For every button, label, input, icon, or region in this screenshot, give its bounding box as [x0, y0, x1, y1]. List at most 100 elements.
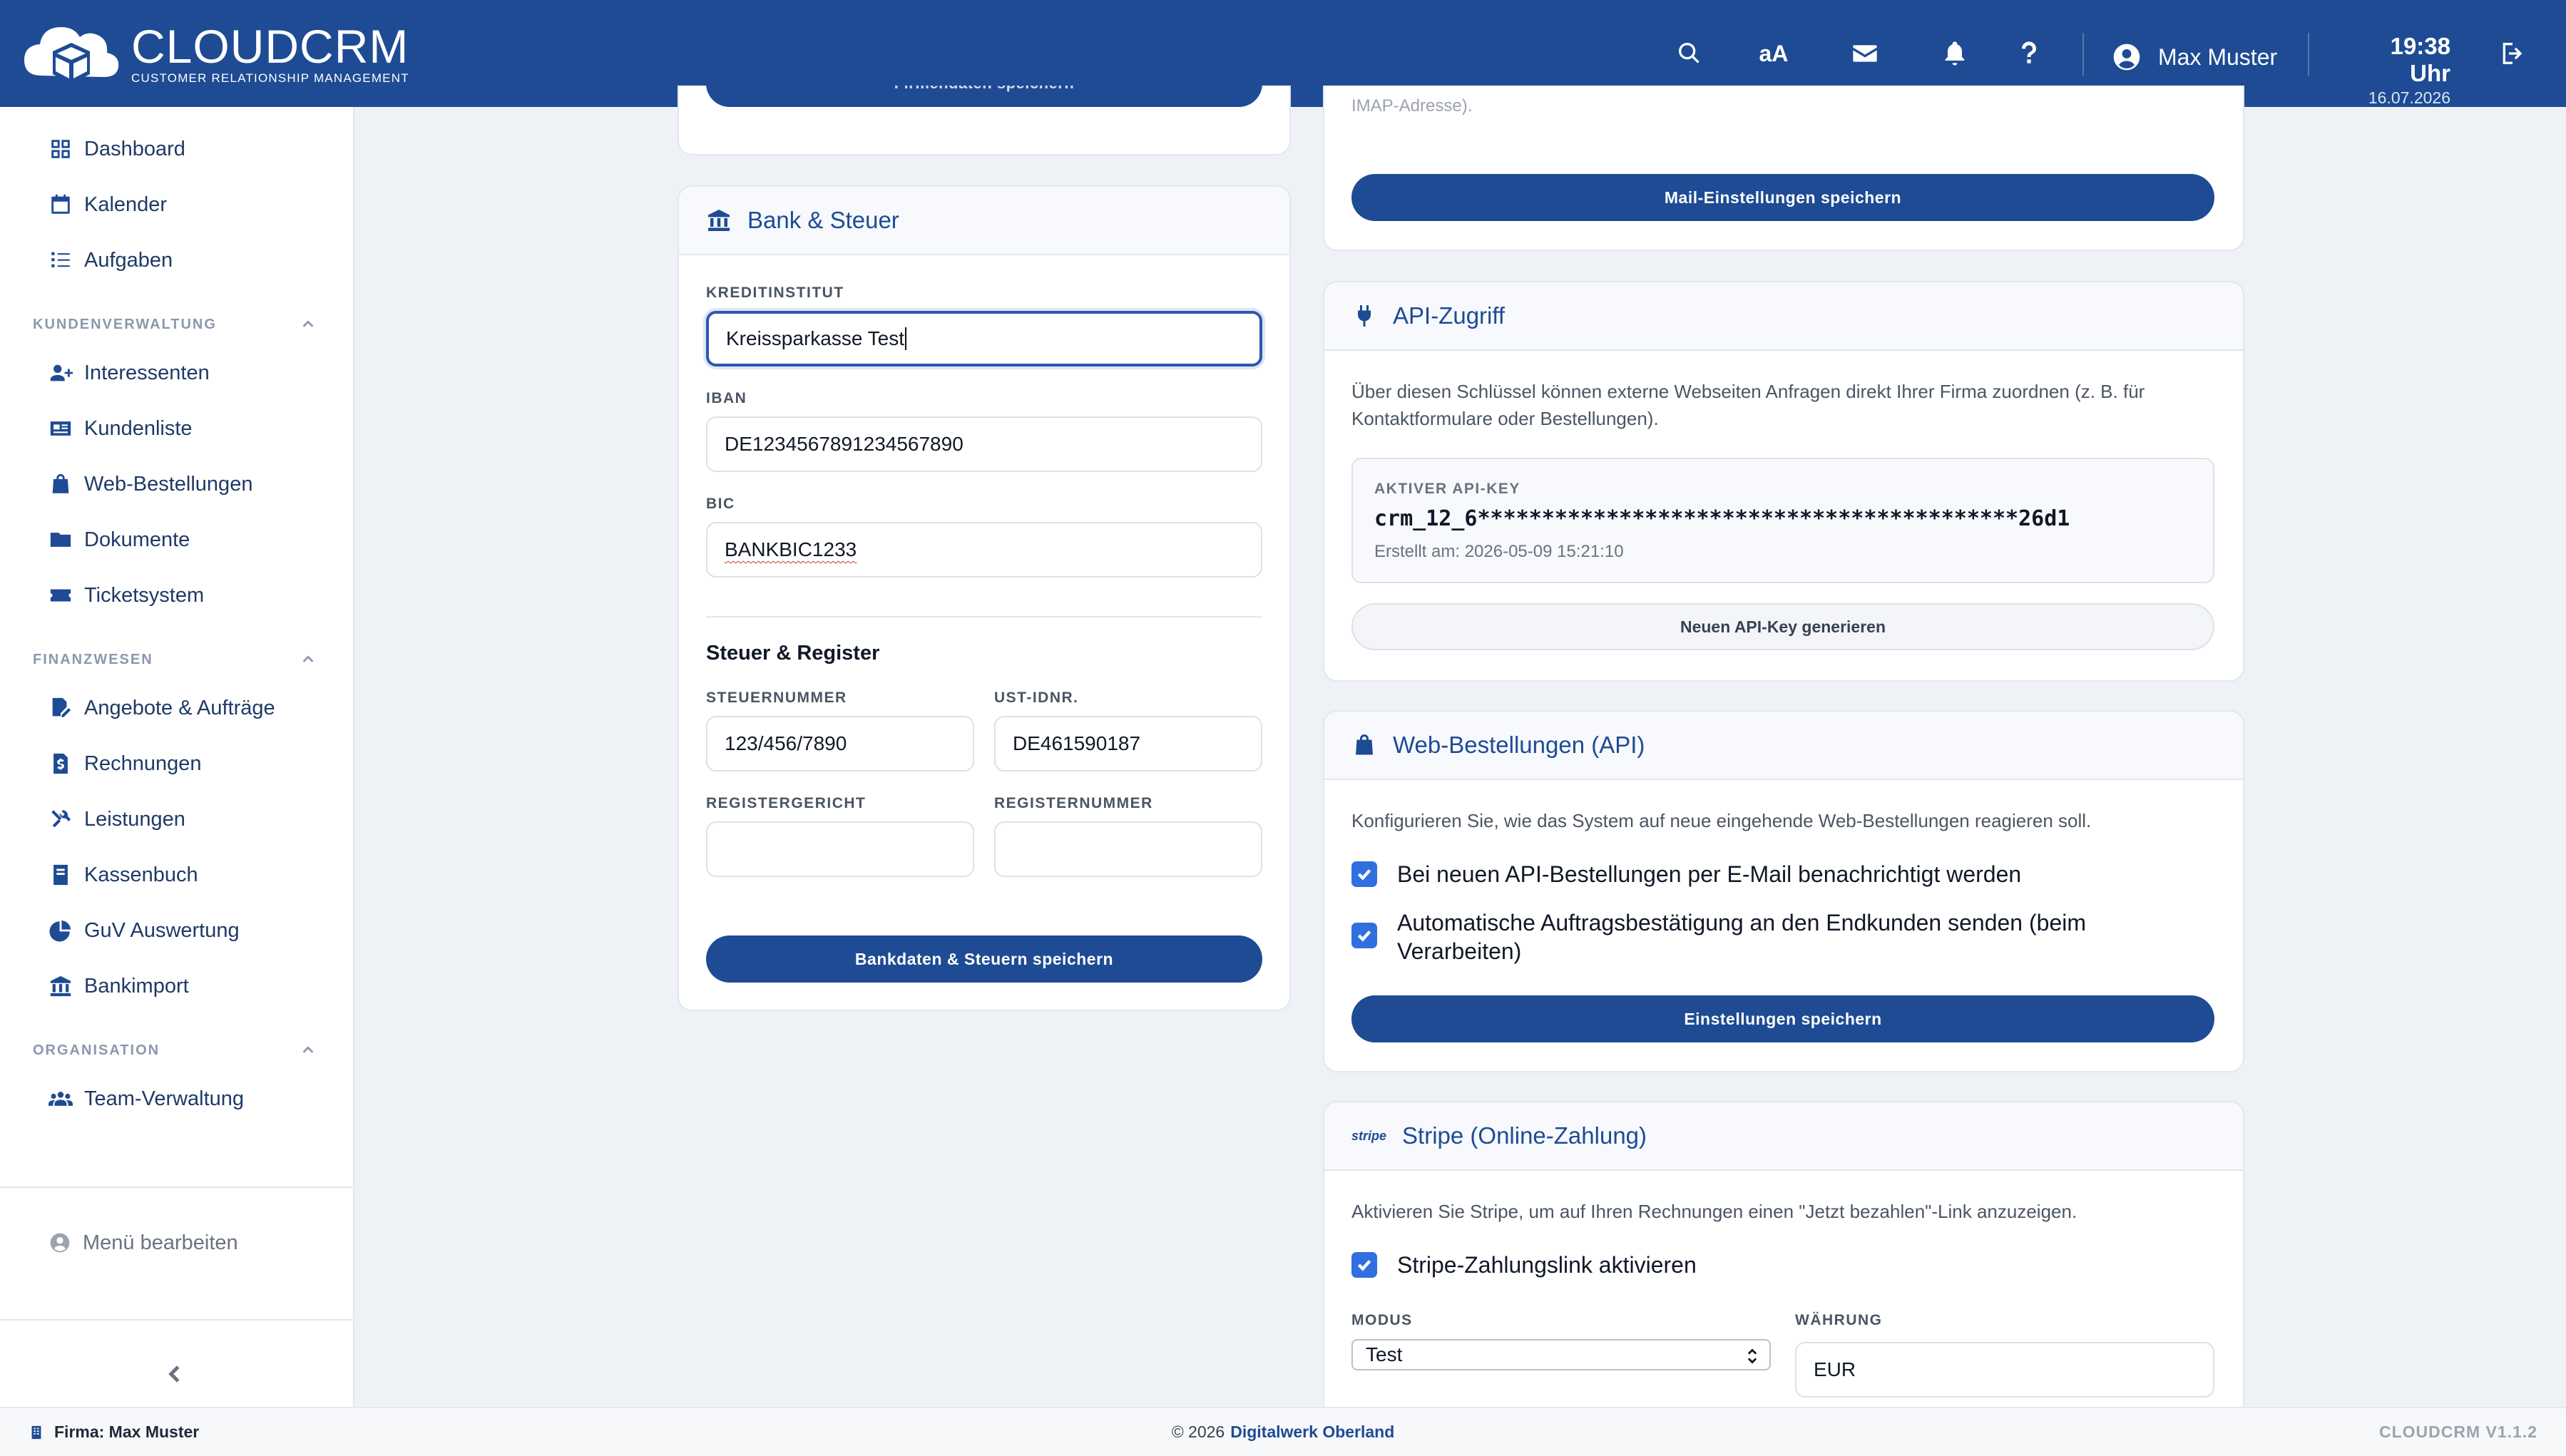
company-name: Firma: Max Muster: [54, 1422, 200, 1441]
logo[interactable]: CLOUDCRM CUSTOMER RELATIONSHIP MANAGEMEN…: [21, 19, 409, 90]
sidebar-item-team-verwaltung[interactable]: Team-Verwaltung: [48, 1081, 244, 1117]
sidebar-item-ticketsystem[interactable]: Ticketsystem: [48, 578, 204, 613]
copyright-text: © 2026: [1171, 1422, 1225, 1441]
stripe-enable-checkbox-row[interactable]: Stripe-Zahlungslink aktivieren: [1351, 1251, 2222, 1279]
sidebar-item-label: Team-Verwaltung: [84, 1087, 245, 1110]
file-edit-icon: [52, 697, 71, 717]
api-access-card: API-Zugriff Über diesen Schlüssel können…: [1323, 281, 2244, 682]
sidebar-item-guv-auswertung[interactable]: GuV Auswertung: [48, 913, 240, 948]
ust-idnr-input[interactable]: DE461590187: [994, 716, 1262, 771]
sidebar-item-rechnungen[interactable]: Rechnungen: [48, 746, 201, 781]
save-web-orders-settings-button[interactable]: Einstellungen speichern: [1351, 995, 2214, 1042]
bank-icon: [50, 975, 71, 997]
mail-partial-text: IMAP-Adresse).: [1351, 96, 1473, 116]
sidebar-item-label: Kundenliste: [84, 416, 193, 440]
save-company-data-button[interactable]: Firmendaten speichern: [706, 86, 1262, 107]
section-kundenverwaltung[interactable]: KUNDENVERWALTUNG: [33, 314, 316, 335]
section-finanzwesen[interactable]: FINANZWESEN: [33, 649, 316, 670]
tools-icon: [51, 810, 71, 828]
mail-settings-card: IMAP-Adresse). Mail-Einstellungen speich…: [1323, 86, 2244, 251]
sidebar-item-aufgaben[interactable]: Aufgaben: [48, 242, 173, 278]
header-separator: [2082, 33, 2084, 76]
checkbox-checked[interactable]: [1351, 1252, 1377, 1278]
tax-register-heading: Steuer & Register: [706, 642, 880, 665]
notify-email-checkbox-row[interactable]: Bei neuen API-Bestellungen per E-Mail be…: [1351, 860, 2222, 888]
field-label: STEUERNUMMER: [706, 689, 847, 706]
sidebar-item-label: GuV Auswertung: [84, 918, 240, 942]
footer-copyright: © 2026 Digitalwerk Oberland: [0, 1408, 2566, 1456]
card-title: Bank & Steuer: [747, 207, 899, 233]
steuernummer-input[interactable]: 123/456/7890: [706, 716, 974, 771]
sidebar-item-angebote[interactable]: Angebote & Aufträge: [48, 690, 275, 726]
section-title: ORGANISATION: [33, 1042, 160, 1058]
checkbox-checked[interactable]: [1351, 861, 1377, 887]
checkbox-label: Bei neuen API-Bestellungen per E-Mail be…: [1397, 861, 2022, 887]
generate-api-key-button[interactable]: Neuen API-Key generieren: [1351, 603, 2214, 650]
invoice-icon: [53, 753, 68, 774]
mode-select[interactable]: Test: [1351, 1339, 1771, 1370]
sidebar-item-kundenliste[interactable]: Kundenliste: [48, 411, 193, 446]
bic-input[interactable]: BANKBIC1233: [706, 522, 1262, 578]
registernummer-input[interactable]: [994, 821, 1262, 877]
folder-icon: [50, 533, 71, 547]
user-name: Max Muster: [2158, 43, 2278, 70]
user-plus-icon: [50, 364, 73, 381]
card-header: Bank & Steuer: [679, 187, 1289, 255]
section-organisation[interactable]: ORGANISATION: [33, 1040, 316, 1061]
user-circle-icon: [2113, 43, 2140, 71]
sidebar-item-label: Leistungen: [84, 807, 185, 831]
clock-date: 16.07.2026: [2368, 88, 2450, 107]
footer-company: Firma: Max Muster: [29, 1408, 199, 1456]
sidebar-item-label: Aufgaben: [84, 248, 173, 272]
company-data-card: Firmendaten speichern: [678, 86, 1291, 155]
currency-input[interactable]: EUR: [1795, 1342, 2214, 1398]
auto-confirmation-checkbox-row[interactable]: Automatische Auftragsbestätigung an den …: [1351, 908, 2207, 965]
clock: 19:38 Uhr 16.07.2026: [2351, 33, 2450, 108]
registergericht-input[interactable]: [706, 821, 974, 877]
search-button[interactable]: [1672, 36, 1707, 71]
logout-button[interactable]: [2495, 36, 2530, 71]
sidebar-collapse-button[interactable]: [161, 1356, 190, 1392]
sidebar-item-dashboard[interactable]: Dashboard: [48, 131, 185, 167]
sidebar-item-label: Angebote & Aufträge: [84, 696, 275, 719]
chevron-up-icon: [302, 655, 314, 662]
sidebar-item-interessenten[interactable]: Interessenten: [48, 355, 210, 391]
mail-button[interactable]: [1847, 36, 1883, 71]
sidebar-item-kassenbuch[interactable]: Kassenbuch: [48, 857, 198, 893]
checkbox-label: Stripe-Zahlungslink aktivieren: [1397, 1252, 1697, 1278]
sidebar-item-bankimport[interactable]: Bankimport: [48, 968, 189, 1004]
api-key-value[interactable]: crm_12_6********************************…: [1374, 506, 2070, 531]
section-title: KUNDENVERWALTUNG: [33, 316, 217, 332]
sidebar-item-leistungen[interactable]: Leistungen: [48, 801, 185, 837]
iban-input[interactable]: DE1234567891234567890: [706, 416, 1262, 472]
ticket-icon: [50, 589, 71, 602]
sidebar-item-web-bestellungen[interactable]: Web-Bestellungen: [48, 466, 252, 502]
card-header: stripe Stripe (Online-Zahlung): [1324, 1102, 2243, 1171]
copyright-link[interactable]: Digitalwerk Oberland: [1230, 1422, 1394, 1442]
input-value: Kreissparkasse Test: [726, 327, 905, 349]
notifications-button[interactable]: [1937, 36, 1973, 71]
font-size-button[interactable]: aA: [1756, 36, 1791, 71]
field-label: MODUS: [1351, 1312, 1413, 1328]
tasks-icon: [51, 252, 70, 267]
logo-name: CLOUDCRM: [131, 20, 409, 73]
sidebar-item-label: Interessenten: [84, 361, 210, 384]
menu-edit-button[interactable]: Menü bearbeiten: [48, 1225, 238, 1261]
card-title: Web-Bestellungen (API): [1393, 732, 1645, 758]
web-orders-description: Konfigurieren Sie, wie das System auf ne…: [1351, 810, 2092, 831]
api-key-box: AKTIVER API-KEY crm_12_6****************…: [1351, 458, 2214, 583]
sidebar-item-dokumente[interactable]: Dokumente: [48, 522, 190, 558]
logo-subtitle: CUSTOMER RELATIONSHIP MANAGEMENT: [131, 71, 409, 85]
save-mail-settings-button[interactable]: Mail-Einstellungen speichern: [1351, 174, 2214, 221]
save-bank-tax-button[interactable]: Bankdaten & Steuern speichern: [706, 935, 1262, 983]
checkbox-checked[interactable]: [1351, 923, 1377, 948]
header-separator: [2308, 33, 2309, 76]
check-icon: [1357, 930, 1371, 942]
plug-icon: [1358, 305, 1371, 327]
user-menu[interactable]: Max Muster: [2111, 36, 2277, 78]
help-button[interactable]: [2011, 36, 2047, 71]
sidebar-item-kalender[interactable]: Kalender: [48, 187, 167, 222]
kreditinstitut-input[interactable]: Kreissparkasse Test: [706, 311, 1262, 366]
stripe-logo-icon: stripe: [1351, 1128, 1387, 1143]
field-label: UST-IDNR.: [994, 689, 1079, 706]
